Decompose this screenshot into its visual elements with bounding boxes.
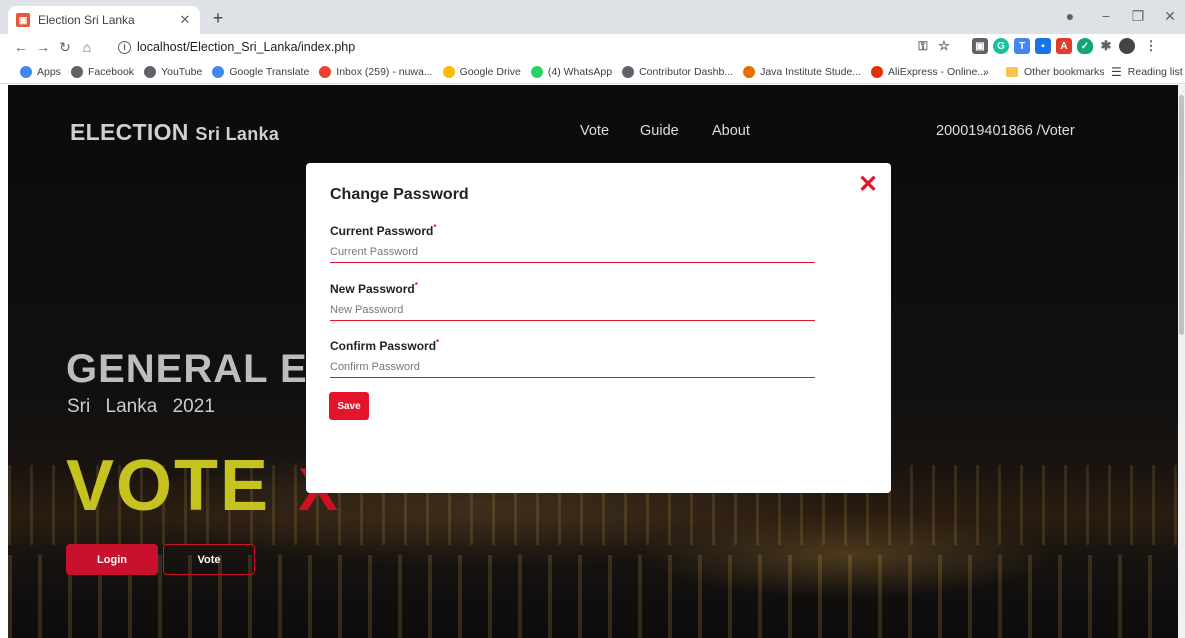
globe-icon [144, 65, 157, 78]
bookmark-item[interactable]: YouTube [144, 65, 203, 78]
scrollbar-thumb[interactable] [1179, 95, 1184, 335]
nav-guide[interactable]: Guide [640, 123, 679, 139]
bookmark-label: Facebook [87, 65, 135, 78]
vote-button[interactable]: Vote [163, 544, 255, 575]
grammarly-icon[interactable]: G [993, 38, 1009, 54]
new-password-field: New Password* [330, 281, 815, 321]
profile-dot-icon[interactable]: ● [1060, 8, 1080, 24]
window-close-icon[interactable]: ✕ [1160, 8, 1180, 25]
close-icon[interactable]: ✕ [858, 173, 878, 197]
menu-kebab-icon[interactable]: ⋮ [1143, 38, 1159, 54]
translate-extension-icon[interactable]: T [1014, 38, 1030, 54]
hero-country: Sri Lanka [67, 396, 158, 417]
reading-list-button[interactable]: ☰ Reading list [1111, 60, 1183, 84]
whatsapp-icon [530, 65, 543, 78]
pdf-extension-icon[interactable]: A [1056, 38, 1072, 54]
bookmark-label: AliExpress - Online... [888, 65, 987, 78]
url-text: localhost/Election_Sri_Lanka/index.php [137, 40, 356, 54]
current-password-label: Current Password* [330, 223, 437, 238]
required-asterisk: * [433, 223, 437, 232]
forward-arrow-icon[interactable]: → [32, 39, 54, 55]
extension-screenshot-icon[interactable]: ▣ [972, 38, 988, 54]
drive-icon [442, 65, 455, 78]
brand-sub: Sri Lanka [195, 124, 280, 144]
bookmark-item[interactable]: Facebook [70, 65, 135, 78]
nav-about[interactable]: About [712, 123, 750, 139]
back-arrow-icon[interactable]: ← [10, 39, 32, 55]
java-icon [743, 65, 756, 78]
new-password-label: New Password* [330, 281, 418, 296]
election-favicon-icon: ▣ [16, 13, 30, 27]
required-asterisk: * [414, 281, 418, 290]
puzzle-extensions-icon[interactable]: ✱ [1098, 38, 1114, 54]
hero-subtitle: Sri Lanka 2021 [67, 396, 215, 418]
confirm-password-label: Confirm Password* [330, 338, 440, 353]
save-button[interactable]: Save [329, 392, 369, 420]
bookmark-item[interactable]: Java Institute Stude... [743, 65, 862, 78]
star-icon[interactable]: ☆ [936, 38, 952, 54]
current-password-field: Current Password* [330, 223, 815, 263]
apps-grid-icon [20, 65, 32, 78]
translate-icon [212, 65, 225, 78]
new-password-input[interactable] [330, 300, 815, 321]
minimize-icon[interactable]: − [1096, 8, 1116, 24]
home-icon[interactable]: ⌂ [76, 39, 98, 55]
profile-avatar-icon[interactable] [1119, 38, 1135, 54]
bookmark-item[interactable]: Inbox (259) - nuwa... [319, 65, 433, 78]
modal-title: Change Password [330, 186, 469, 203]
required-asterisk: * [436, 338, 440, 347]
browser-tab[interactable]: ▣ Election Sri Lanka ✕ [8, 6, 200, 34]
folder-icon [1006, 67, 1018, 77]
zoom-extension-icon[interactable]: ▪ [1035, 38, 1051, 54]
new-tab-icon[interactable]: + [208, 8, 228, 28]
bookmark-label: Apps [37, 65, 61, 78]
current-password-input[interactable] [330, 242, 815, 263]
bookmark-label: Java Institute Stude... [760, 65, 862, 78]
globe-icon [70, 65, 83, 78]
hero-year: 2021 [172, 396, 215, 417]
bookmark-label: Google Drive [459, 65, 521, 78]
confirm-password-input[interactable] [330, 357, 815, 378]
other-bookmarks-label: Other bookmarks [1024, 66, 1105, 78]
restore-icon[interactable]: ❐ [1128, 8, 1148, 25]
bookmark-item[interactable]: (4) WhatsApp [530, 65, 613, 78]
nav-vote[interactable]: Vote [580, 123, 609, 139]
change-password-modal: Change Password ✕ Current Password* New … [306, 163, 891, 493]
aliexpress-icon [871, 65, 884, 78]
bookmark-item[interactable]: Apps [20, 65, 61, 78]
gmail-icon [319, 65, 332, 78]
browser-tab-strip: ▣ Election Sri Lanka ✕ + ● − ❐ ✕ [0, 0, 1185, 34]
bookmark-label: (4) WhatsApp [547, 65, 613, 78]
reload-icon[interactable]: ↻ [54, 39, 76, 56]
bookmark-label: Contributor Dashb... [639, 65, 734, 78]
bookmark-item[interactable]: Google Translate [212, 65, 310, 78]
brand-main: ELECTION [70, 119, 189, 145]
reading-list-label: Reading list [1127, 66, 1183, 78]
site-logo[interactable]: ELECTION Sri Lanka [70, 119, 279, 146]
hero-title: GENERAL ELI [66, 347, 346, 391]
confirm-password-field: Confirm Password* [330, 338, 815, 378]
tab-title: Election Sri Lanka [38, 13, 135, 27]
site-info-icon[interactable]: i [118, 40, 131, 54]
user-id-link[interactable]: 200019401866 /Voter [936, 123, 1075, 139]
more-bookmarks-button[interactable]: » [983, 60, 989, 84]
bookmark-item[interactable]: Google Drive [442, 65, 521, 78]
reading-list-icon: ☰ [1111, 65, 1122, 79]
address-bar[interactable]: i localhost/Election_Sri_Lanka/index.php [112, 36, 947, 58]
bookmark-label: Google Translate [229, 65, 310, 78]
shield-extension-icon[interactable]: ✓ [1077, 38, 1093, 54]
bookmark-item[interactable]: AliExpress - Online... [871, 65, 987, 78]
tab-close-icon[interactable]: ✕ [178, 12, 192, 28]
globe-icon [622, 65, 635, 78]
bookmark-item[interactable]: Contributor Dashb... [622, 65, 734, 78]
login-button[interactable]: Login [66, 544, 158, 575]
bookmark-label: YouTube [161, 65, 203, 78]
other-bookmarks-folder[interactable]: Other bookmarks [1006, 60, 1105, 84]
bookmark-label: Inbox (259) - nuwa... [336, 65, 433, 78]
hero-vote-text: VOTE [66, 446, 271, 526]
key-icon[interactable]: ⚿ [915, 38, 931, 54]
